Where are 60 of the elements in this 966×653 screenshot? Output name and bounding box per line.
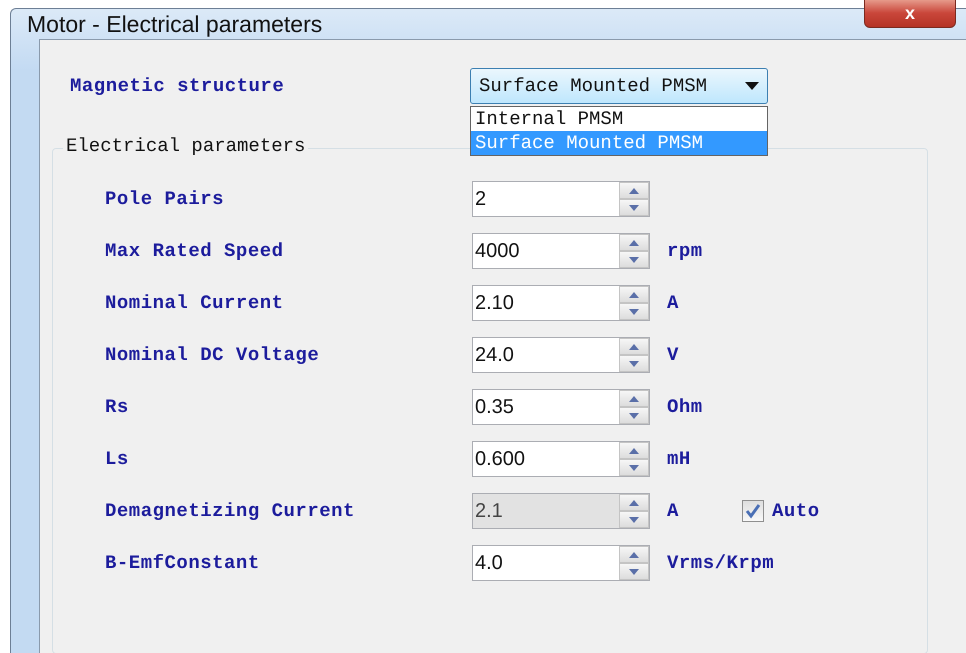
spin-up-button[interactable] (619, 338, 649, 355)
caret-icon (745, 82, 759, 90)
unit-label: Ohm (667, 396, 704, 418)
spin-field[interactable]: 0.35 (472, 389, 650, 425)
down-arrow-icon (629, 256, 639, 262)
field-label: Demagnetizing Current (105, 500, 356, 522)
field-label: Pole Pairs (105, 188, 226, 210)
unit-label: V (667, 344, 680, 366)
down-arrow-icon (629, 360, 639, 366)
unit-label: rpm (667, 240, 704, 262)
window-title: Motor - Electrical parameters (27, 10, 322, 38)
down-arrow-icon (629, 412, 639, 418)
down-arrow-icon (629, 204, 639, 210)
unit-label: Vrms/Krpm (667, 552, 774, 574)
up-arrow-icon (629, 396, 639, 402)
spin-down-button[interactable] (619, 459, 649, 476)
spin-field[interactable]: 0.600 (472, 441, 650, 477)
spin-down-button[interactable] (619, 251, 649, 268)
down-arrow-icon (629, 464, 639, 470)
unit-label: A (667, 292, 680, 314)
field-label: Ls (105, 448, 130, 470)
up-arrow-icon (629, 292, 639, 298)
spin-down-button[interactable] (619, 563, 649, 580)
up-arrow-icon (629, 500, 639, 506)
spin-field[interactable]: 2.10 (472, 285, 650, 321)
spin-down-button[interactable] (619, 199, 649, 216)
spin-up-button[interactable] (619, 182, 649, 199)
down-arrow-icon (629, 308, 639, 314)
spin-up-button[interactable] (619, 546, 649, 563)
spin-down-button[interactable] (619, 355, 649, 372)
spin-down-button[interactable] (619, 407, 649, 424)
down-arrow-icon (629, 516, 639, 522)
up-arrow-icon (629, 240, 639, 246)
structure-dropdown[interactable]: Surface Mounted PMSM (470, 68, 768, 104)
close-button[interactable]: x (864, 0, 956, 28)
spin-field[interactable]: 4.0 (472, 545, 650, 581)
field-label: Rs (105, 396, 130, 418)
field-label: Nominal Current (105, 292, 285, 314)
field-label: Nominal DC Voltage (105, 344, 320, 366)
spin-up-button[interactable] (619, 286, 649, 303)
up-arrow-icon (629, 448, 639, 454)
spin-up-button[interactable] (619, 442, 649, 459)
up-arrow-icon (629, 552, 639, 558)
down-arrow-icon (629, 568, 639, 574)
spin-up-button[interactable] (619, 234, 649, 251)
field-label: B-EmfConstant (105, 552, 261, 574)
spin-field[interactable]: 2 (472, 181, 650, 217)
up-arrow-icon (629, 188, 639, 194)
checkbox-label: Auto (772, 500, 820, 522)
spin-field[interactable]: 24.0 (472, 337, 650, 373)
group-title: Electrical parameters (63, 135, 308, 157)
unit-label: A (667, 500, 680, 522)
field-label: Magnetic structure (70, 75, 286, 97)
up-arrow-icon (629, 344, 639, 350)
unit-label: mH (667, 448, 692, 470)
spin-down-button[interactable] (619, 303, 649, 320)
spin-up-button[interactable] (619, 390, 649, 407)
field-label: Max Rated Speed (105, 240, 285, 262)
spin-field[interactable]: 4000 (472, 233, 650, 269)
dropdown-option[interactable]: Internal PMSM (471, 107, 767, 131)
